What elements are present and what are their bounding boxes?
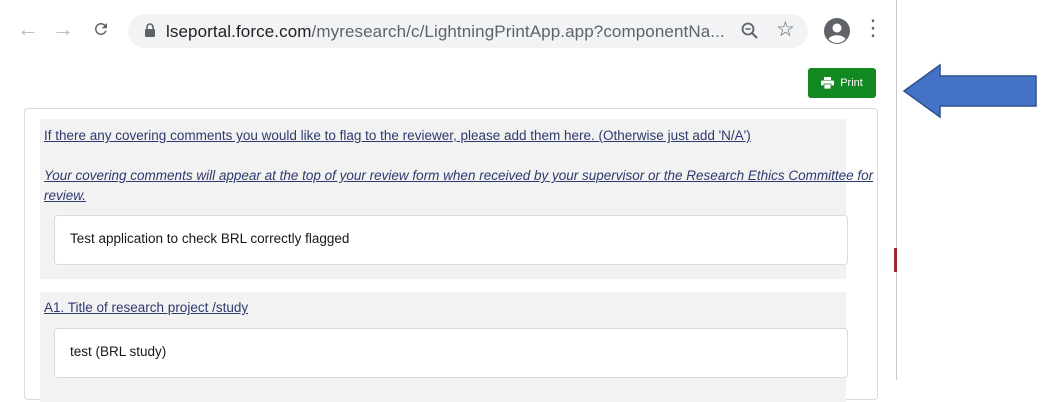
bookmark-star-icon[interactable]: ☆ xyxy=(776,19,795,40)
covering-comments-answer-box: Test application to check BRL correctly … xyxy=(54,215,848,265)
lock-icon[interactable] xyxy=(144,23,156,37)
project-title-section: A1. Title of research project /study tes… xyxy=(40,292,848,402)
browser-window: ← → lseportal.force.com/myresearch/c/Lig… xyxy=(0,0,897,402)
back-arrow-icon[interactable]: ← xyxy=(13,14,43,44)
url-path: /myresearch/c/LightningPrintApp.app?comp… xyxy=(311,22,725,41)
url-host: lseportal.force.com xyxy=(166,22,312,41)
kebab-menu-icon[interactable]: ⋮ xyxy=(862,14,884,43)
forward-arrow-icon[interactable]: → xyxy=(48,14,78,44)
project-title-answer: test (BRL study) xyxy=(70,344,167,359)
address-bar[interactable]: lseportal.force.com/myresearch/c/Lightni… xyxy=(128,14,808,48)
covering-comments-answer: Test application to check BRL correctly … xyxy=(70,231,350,246)
covering-comments-note: Your covering comments will appear at th… xyxy=(44,168,874,203)
printer-icon xyxy=(821,77,835,89)
print-button[interactable]: Print xyxy=(808,68,876,98)
annotation-arrow-icon xyxy=(902,63,1037,119)
window-edge xyxy=(896,0,897,380)
url-text[interactable]: lseportal.force.com/myresearch/c/Lightni… xyxy=(166,22,725,42)
project-title-label: A1. Title of research project /study xyxy=(44,300,249,315)
print-form-card: If there any covering comments you would… xyxy=(24,108,878,402)
browser-toolbar: ← → lseportal.force.com/myresearch/c/Lig… xyxy=(0,0,897,62)
profile-avatar-icon[interactable] xyxy=(823,17,851,45)
covering-comments-section: If there any covering comments you would… xyxy=(40,119,873,279)
print-button-label: Print xyxy=(840,77,863,89)
project-title-answer-box: test (BRL study) xyxy=(54,328,848,378)
covering-comments-label: If there any covering comments you would… xyxy=(44,128,751,143)
window-edge-marker xyxy=(894,248,897,272)
zoom-magnifier-icon[interactable] xyxy=(740,21,760,41)
reload-icon[interactable] xyxy=(86,14,116,44)
